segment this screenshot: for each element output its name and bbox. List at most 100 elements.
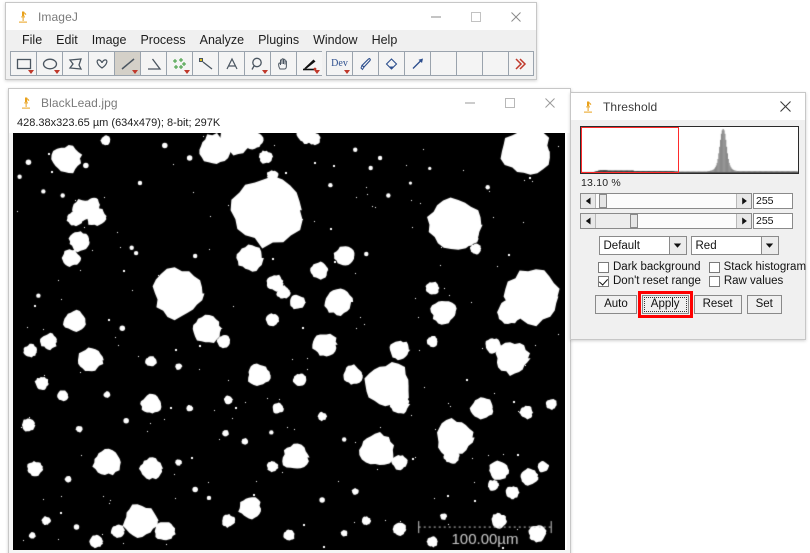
slider-right-arrow-icon[interactable] — [736, 194, 751, 208]
threshold-color-label: Red — [692, 240, 761, 252]
threshold-method-label: Default — [600, 240, 669, 252]
lower-threshold-thumb[interactable] — [599, 194, 607, 208]
upper-threshold-thumb[interactable] — [630, 214, 638, 228]
hand-tool[interactable] — [270, 51, 296, 76]
raw-values-label: Raw values — [724, 275, 783, 287]
dev-tool[interactable]: Dev — [326, 51, 352, 76]
dropdown-arrow-icon[interactable] — [344, 70, 350, 74]
microscope-icon — [15, 9, 31, 25]
freehand-tool[interactable] — [88, 51, 114, 76]
close-icon[interactable] — [765, 93, 805, 120]
dev-tool-label: Dev — [331, 58, 348, 69]
minimize-button[interactable] — [450, 89, 490, 116]
angle-tool[interactable] — [140, 51, 166, 76]
menu-process[interactable]: Process — [133, 32, 192, 48]
threshold-body: 13.10 % 255 — [571, 120, 805, 320]
threshold-window-controls — [765, 93, 805, 120]
apply-button[interactable]: Apply — [642, 295, 689, 314]
dropdown-arrow-icon[interactable] — [314, 70, 320, 74]
empty-slot-3[interactable] — [482, 51, 508, 76]
text-tool[interactable] — [218, 51, 244, 76]
dont-reset-range-label: Don't reset range — [613, 275, 701, 287]
more-tools-button[interactable] — [508, 51, 534, 76]
close-button[interactable] — [496, 3, 536, 30]
slider-left-arrow-icon[interactable] — [581, 194, 596, 208]
image-window-title-text: BlackLead.jpg — [41, 96, 118, 110]
image-window-controls — [450, 89, 570, 116]
slider-left-arrow-icon[interactable] — [581, 214, 596, 228]
threshold-button-row: Auto Apply Reset Set — [580, 295, 797, 314]
checkbox-row-2: Don't reset range Raw values — [598, 275, 797, 287]
upper-threshold-fill — [596, 214, 630, 228]
tool-bar: Dev — [10, 51, 536, 78]
chevron-down-icon[interactable] — [761, 237, 778, 254]
dropdown-arrow-icon[interactable] — [54, 70, 60, 74]
maximize-button[interactable] — [456, 3, 496, 30]
threshold-method-select[interactable]: Default — [599, 236, 687, 255]
threshold-titlebar[interactable]: Threshold — [571, 93, 805, 120]
upper-threshold-track[interactable] — [596, 214, 736, 228]
reset-button[interactable]: Reset — [694, 295, 742, 314]
imagej-title-text: ImageJ — [38, 10, 78, 24]
histogram-panel[interactable] — [580, 126, 799, 174]
arrow-tool[interactable] — [404, 51, 430, 76]
histogram-canvas[interactable] — [581, 127, 798, 173]
empty-slot-2[interactable] — [456, 51, 482, 76]
wand-tool[interactable] — [192, 51, 218, 76]
threshold-dialog: Threshold 13.10 % — [570, 92, 806, 340]
image-window-titlebar[interactable]: BlackLead.jpg — [9, 89, 570, 116]
lower-threshold-slider[interactable] — [580, 193, 752, 209]
minimize-button[interactable] — [416, 3, 456, 30]
upper-threshold-slider[interactable] — [580, 213, 752, 229]
imagej-window-controls — [416, 3, 536, 30]
point-tool[interactable] — [166, 51, 192, 76]
dark-background-checkbox[interactable] — [598, 262, 609, 273]
lower-threshold-row: 255 — [580, 193, 797, 209]
maximize-button[interactable] — [490, 89, 530, 116]
dont-reset-range-checkbox[interactable] — [598, 276, 609, 287]
dropper-tool[interactable] — [296, 51, 322, 76]
oval-tool[interactable] — [36, 51, 62, 76]
chevron-down-icon[interactable] — [669, 237, 686, 254]
stack-histogram-checkbox[interactable] — [709, 262, 720, 273]
flood-fill-tool[interactable] — [378, 51, 404, 76]
lower-threshold-value[interactable]: 255 — [753, 193, 793, 209]
polygon-tool[interactable] — [62, 51, 88, 76]
imagej-main-window: ImageJ File Edit Image Process Analyze P… — [5, 2, 537, 80]
set-button[interactable]: Set — [747, 295, 782, 314]
paintbrush-tool[interactable] — [352, 51, 378, 76]
checkbox-row-1: Dark background Stack histogram — [598, 261, 797, 273]
menu-window[interactable]: Window — [306, 32, 364, 48]
menu-analyze[interactable]: Analyze — [193, 32, 251, 48]
dropdown-arrow-icon[interactable] — [132, 70, 138, 74]
threshold-percent-label: 13.10 % — [581, 177, 797, 189]
close-button[interactable] — [530, 89, 570, 116]
raw-values-checkbox[interactable] — [709, 276, 720, 287]
menu-help[interactable]: Help — [365, 32, 405, 48]
menu-image[interactable]: Image — [85, 32, 134, 48]
slider-right-arrow-icon[interactable] — [736, 214, 751, 228]
dropdown-arrow-icon[interactable] — [28, 70, 34, 74]
image-canvas-wrap — [13, 133, 567, 550]
menu-plugins[interactable]: Plugins — [251, 32, 306, 48]
auto-button[interactable]: Auto — [595, 295, 637, 314]
magnifier-tool[interactable] — [244, 51, 270, 76]
straight-line-tool[interactable] — [114, 51, 140, 76]
threshold-color-select[interactable]: Red — [691, 236, 779, 255]
dropdown-arrow-icon[interactable] — [262, 70, 268, 74]
dropdown-arrow-icon[interactable] — [184, 70, 190, 74]
image-info-line: 428.38x323.65 µm (634x479); 8-bit; 297K — [9, 116, 570, 133]
threshold-selects-row: Default Red — [580, 236, 797, 255]
rectangle-tool[interactable] — [10, 51, 36, 76]
menu-file[interactable]: File — [15, 32, 49, 48]
stack-histogram-label: Stack histogram — [724, 261, 806, 273]
upper-threshold-row: 255 — [580, 213, 797, 229]
empty-slot-1[interactable] — [430, 51, 456, 76]
screen-root: ImageJ File Edit Image Process Analyze P… — [0, 0, 810, 553]
menu-edit[interactable]: Edit — [49, 32, 85, 48]
thresholded-image-canvas[interactable] — [13, 133, 565, 550]
upper-threshold-value[interactable]: 255 — [753, 213, 793, 229]
microscope-icon — [580, 99, 596, 115]
imagej-titlebar[interactable]: ImageJ — [6, 3, 536, 30]
lower-threshold-track[interactable] — [596, 194, 736, 208]
